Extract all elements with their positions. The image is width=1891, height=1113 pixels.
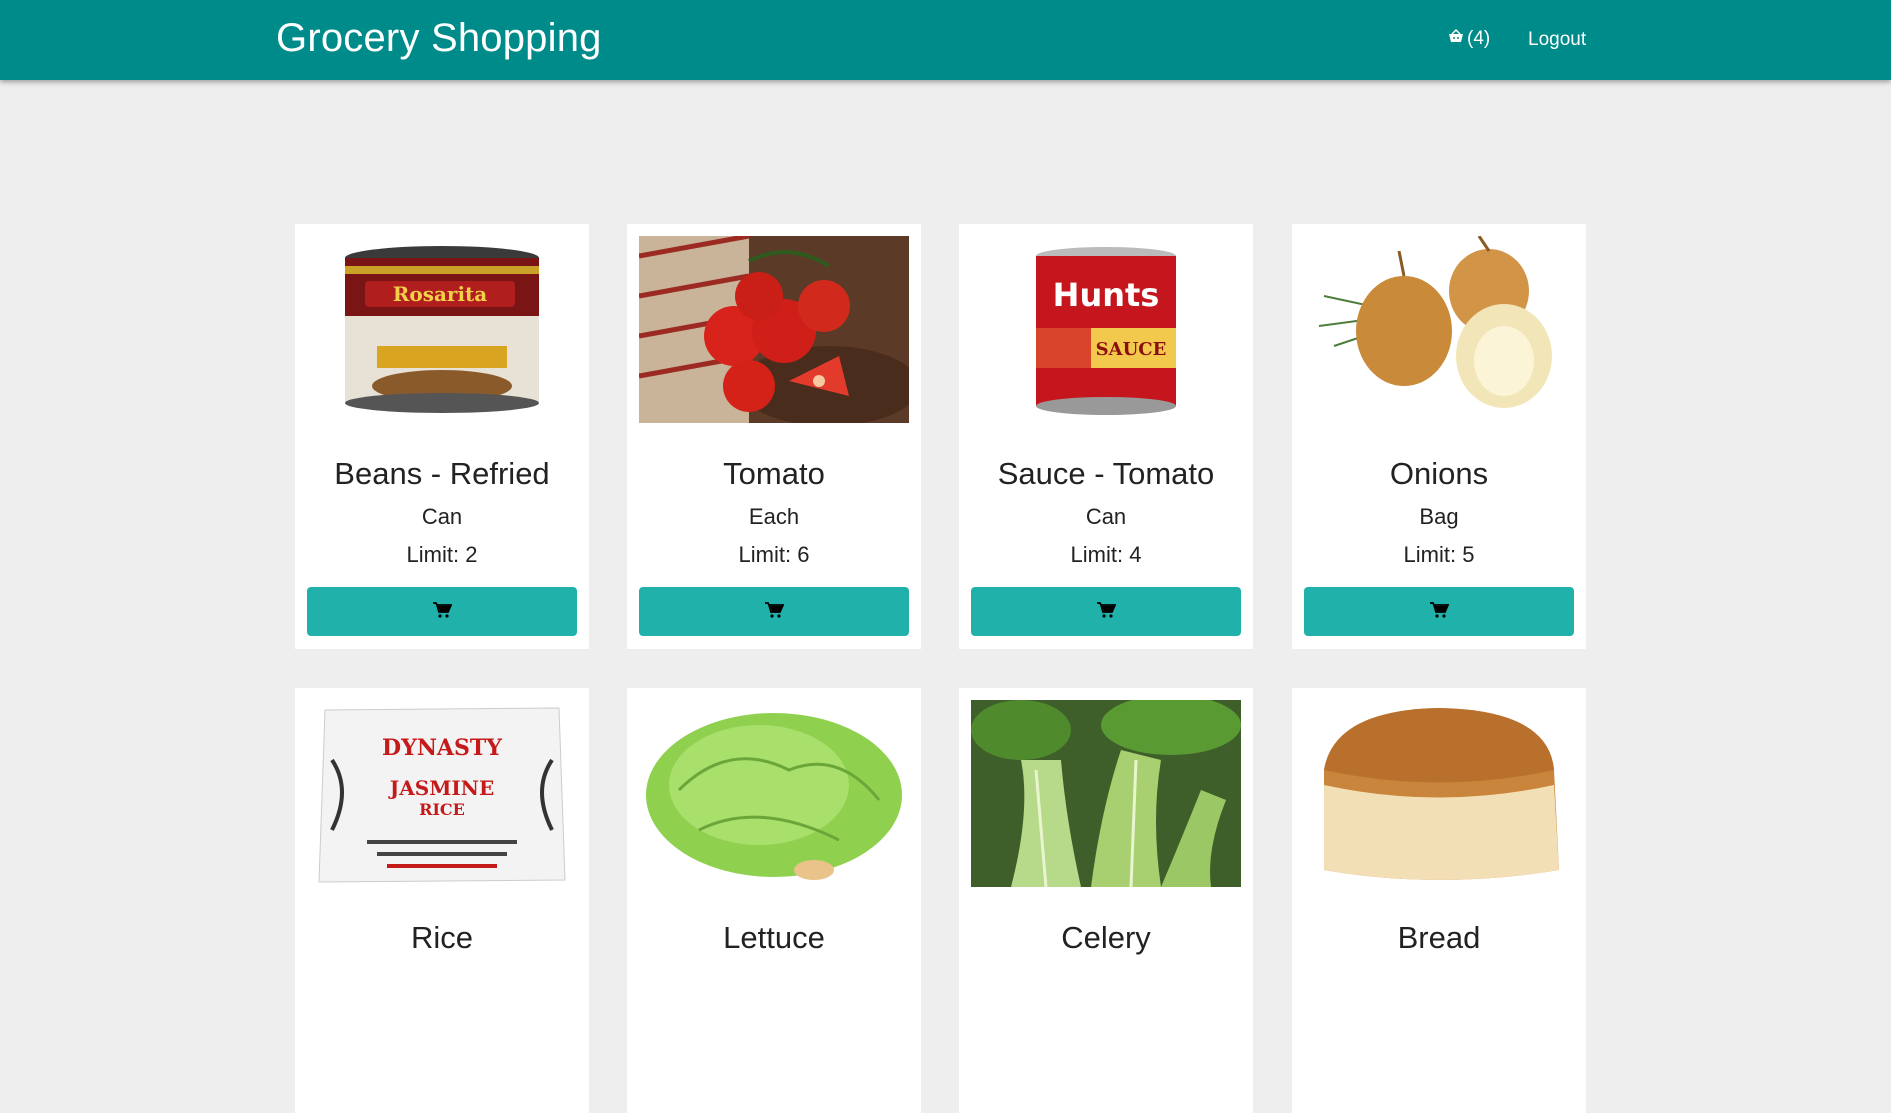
cart-link[interactable]: (4) <box>1448 28 1490 50</box>
shopping-cart-icon <box>432 601 452 622</box>
add-to-cart-button[interactable] <box>1304 587 1574 636</box>
bread-image <box>1304 700 1574 887</box>
tomatoes-image <box>639 236 909 423</box>
product-card: Tomato Each Limit: 6 <box>627 224 921 649</box>
product-card: Lettuce <box>627 688 921 1113</box>
product-name: Rice <box>410 920 473 955</box>
brand-title[interactable]: Grocery Shopping <box>276 16 602 61</box>
celery-image <box>971 700 1241 887</box>
product-name: Lettuce <box>723 920 825 955</box>
product-card: Hunts SAUCE Sauce - Tomato Can Limit: 4 <box>959 224 1253 649</box>
product-name: Celery <box>1061 920 1151 955</box>
product-unit: Can <box>421 504 463 529</box>
product-name: Bread <box>1397 920 1481 955</box>
product-limit: Limit: 5 <box>1403 542 1475 567</box>
shopping-cart-icon <box>764 601 784 622</box>
product-card: DYNASTY JASMINE RICE Rice <box>295 688 589 1113</box>
product-name: Onions <box>1389 456 1489 491</box>
product-limit: Limit: 4 <box>1070 542 1142 567</box>
product-limit: Limit: 6 <box>738 542 810 567</box>
svg-text:Hunts: Hunts <box>1053 276 1160 314</box>
product-card: Onions Bag Limit: 5 <box>1292 224 1586 649</box>
navbar: Grocery Shopping (4) Logout <box>0 0 1891 80</box>
cart-count: (4) <box>1467 28 1491 49</box>
product-card: Bread <box>1292 688 1586 1113</box>
svg-text:SAUCE: SAUCE <box>1096 339 1167 360</box>
rice-bag-image: DYNASTY JASMINE RICE <box>307 700 577 887</box>
add-to-cart-button[interactable] <box>307 587 577 636</box>
product-name: Tomato <box>723 456 825 491</box>
refried-beans-can-image: Rosarita <box>307 236 577 423</box>
svg-text:DYNASTY: DYNASTY <box>382 735 502 761</box>
shopping-cart-icon <box>1096 601 1116 622</box>
logout-link[interactable]: Logout <box>1528 29 1586 51</box>
lettuce-image <box>639 700 909 887</box>
product-unit: Can <box>1085 504 1127 529</box>
basket-icon <box>1448 28 1464 50</box>
add-to-cart-button[interactable] <box>971 587 1241 636</box>
product-name: Beans - Refried <box>334 456 550 491</box>
product-unit: Each <box>748 504 800 529</box>
svg-text:JASMINE: JASMINE <box>388 776 494 800</box>
svg-text:RICE: RICE <box>419 800 465 819</box>
onions-image <box>1304 236 1574 423</box>
shopping-cart-icon <box>1429 601 1449 622</box>
svg-text:Rosarita: Rosarita <box>393 282 488 306</box>
product-card: Rosarita Beans - Refried Can Limit: 2 <box>295 224 589 649</box>
add-to-cart-button[interactable] <box>639 587 909 636</box>
product-unit: Bag <box>1419 504 1459 529</box>
product-card: Celery <box>959 688 1253 1113</box>
product-limit: Limit: 2 <box>406 542 478 567</box>
tomato-sauce-can-image: Hunts SAUCE <box>971 236 1241 423</box>
product-name: Sauce - Tomato <box>997 456 1215 491</box>
